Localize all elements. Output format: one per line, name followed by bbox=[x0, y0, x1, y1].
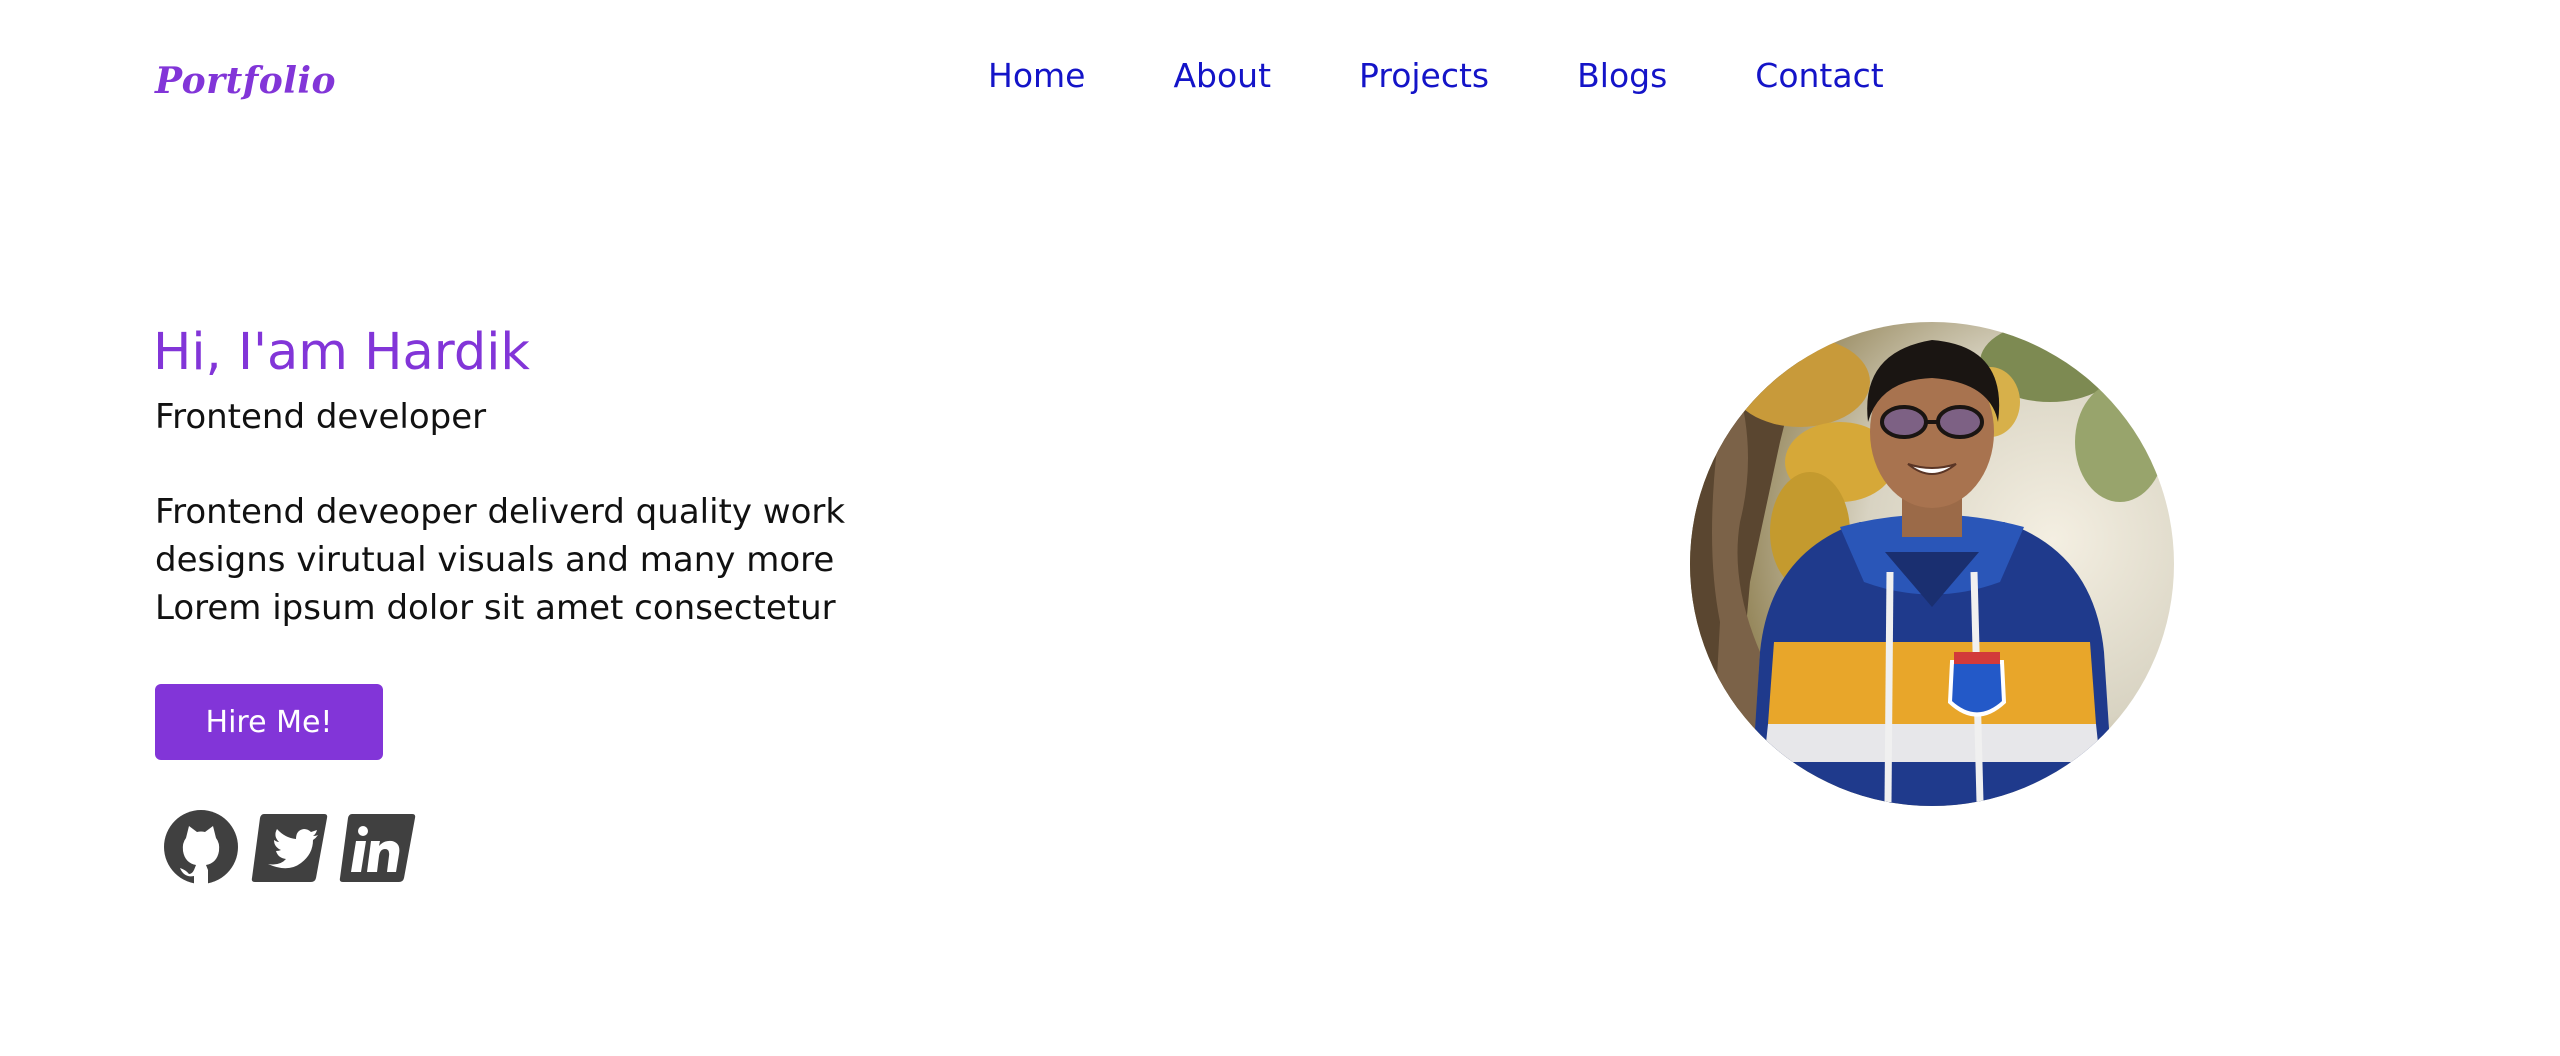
hero-description-line: Frontend deveoper deliverd quality work bbox=[155, 492, 846, 532]
github-link[interactable] bbox=[162, 808, 240, 886]
linkedin-icon bbox=[339, 814, 416, 882]
nav-item-contact: Contact bbox=[1755, 56, 1883, 96]
hero-title: Hi, I'am Hardik bbox=[153, 323, 530, 382]
twitter-icon bbox=[251, 814, 328, 882]
linkedin-link[interactable] bbox=[338, 808, 416, 886]
nav-item-home: Home bbox=[988, 56, 1085, 96]
nav-link-contact[interactable]: Contact bbox=[1755, 56, 1883, 95]
nav-link-blogs[interactable]: Blogs bbox=[1577, 56, 1667, 95]
nav-link-about[interactable]: About bbox=[1173, 56, 1271, 95]
social-links bbox=[162, 808, 416, 886]
twitter-link[interactable] bbox=[250, 808, 328, 886]
nav-link-home[interactable]: Home bbox=[988, 56, 1085, 95]
nav-item-blogs: Blogs bbox=[1577, 56, 1667, 96]
profile-photo bbox=[1690, 322, 2174, 806]
logo[interactable]: Portfolio bbox=[155, 60, 336, 102]
hero-role: Frontend developer bbox=[155, 397, 487, 437]
hero-description: Frontend deveoper deliverd quality work … bbox=[155, 488, 915, 632]
nav-item-projects: Projects bbox=[1359, 56, 1489, 96]
main-nav: Home About Projects Blogs Contact bbox=[988, 56, 1884, 96]
hire-me-button[interactable]: Hire Me! bbox=[155, 684, 383, 760]
nav-link-projects[interactable]: Projects bbox=[1359, 56, 1489, 95]
hero-description-line: Lorem ipsum dolor sit amet consectetur bbox=[155, 588, 836, 628]
nav-item-about: About bbox=[1173, 56, 1271, 96]
github-icon bbox=[164, 810, 238, 886]
hero-description-line: designs virutual visuals and many more bbox=[155, 540, 835, 580]
